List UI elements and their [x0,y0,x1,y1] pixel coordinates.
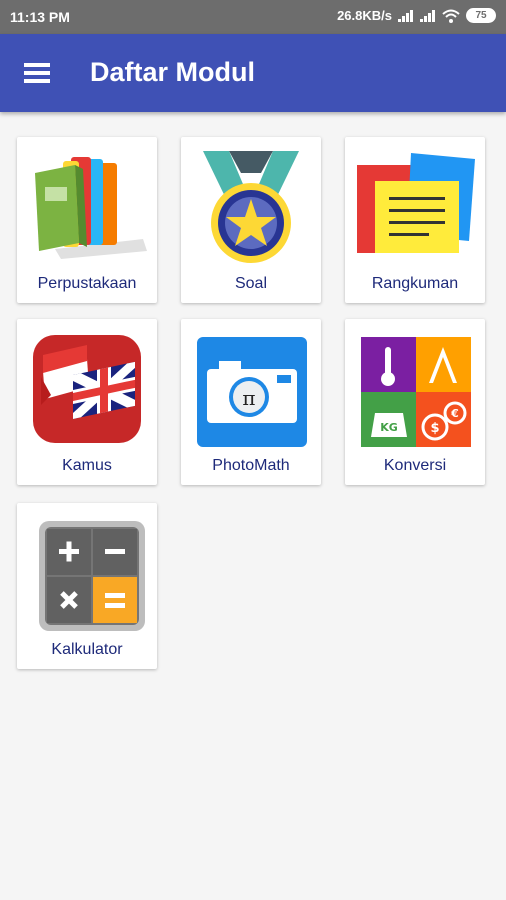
module-label: PhotoMath [212,457,290,474]
svg-text:$: $ [430,421,439,436]
svg-text:π: π [242,386,255,410]
module-tile-kalkulator[interactable]: Kalkulator [17,503,157,669]
module-label: Kalkulator [51,641,123,658]
module-label: Rangkuman [371,275,459,292]
network-speed: 26.8KB/s [337,8,392,23]
page-title: Daftar Modul [90,57,255,87]
status-bar: 11:13 PM 26.8KB/s 75 [0,0,506,34]
signal-icon [420,9,435,22]
signal-icon [398,9,413,22]
hamburger-icon [24,63,50,83]
medal-icon [203,151,299,263]
module-label: Soal [234,275,268,292]
svg-text:€: € [450,407,459,420]
app-bar: Daftar Modul [0,34,506,112]
module-label: Kamus [62,457,112,474]
menu-button[interactable] [22,56,56,90]
module-tile-photomath[interactable]: π PhotoMath [181,319,321,485]
wifi-icon [442,9,460,23]
battery-icon: 75 [466,8,496,23]
status-icons: 26.8KB/s 75 [337,8,496,23]
status-time: 11:13 PM [10,9,70,25]
module-tile-kamus[interactable]: Kamus [17,319,157,485]
camera-icon: π [197,337,307,447]
module-tile-soal[interactable]: Soal [181,137,321,303]
notes-icon [357,153,475,253]
books-icon [35,157,147,259]
flags-icon [33,335,141,443]
module-label: Perpustakaan [37,275,137,292]
conversion-icon: KG $ € [361,337,471,447]
svg-text:KG: KG [380,421,398,434]
module-tile-konversi[interactable]: KG $ € Konversi [345,319,485,485]
calculator-icon [39,521,145,631]
module-label: Konversi [383,457,447,474]
module-tile-rangkuman[interactable]: Rangkuman [345,137,485,303]
module-tile-perpustakaan[interactable]: Perpustakaan [17,137,157,303]
